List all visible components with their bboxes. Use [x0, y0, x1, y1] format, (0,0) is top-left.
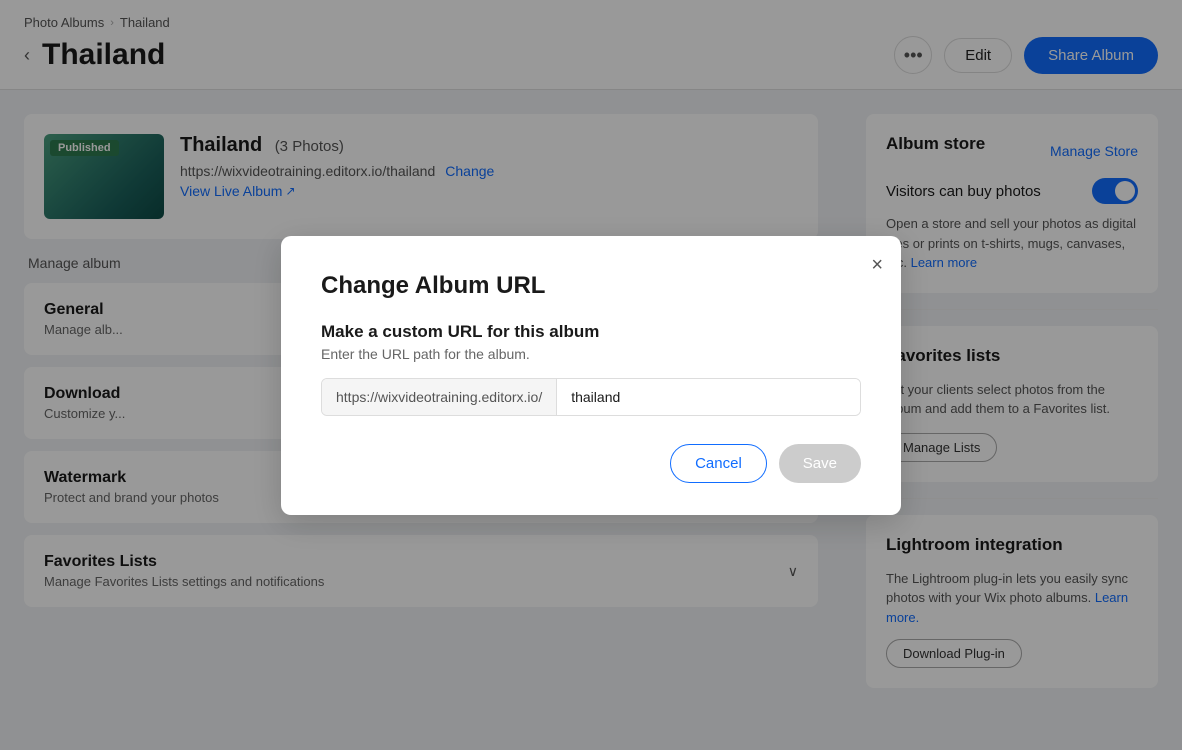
cancel-button[interactable]: Cancel	[670, 444, 767, 483]
modal-actions: Cancel Save	[321, 444, 861, 483]
modal-title: Change Album URL	[321, 272, 861, 300]
modal-overlay: × Change Album URL Make a custom URL for…	[0, 0, 1182, 750]
modal-subtitle: Make a custom URL for this album	[321, 322, 861, 342]
save-button[interactable]: Save	[779, 444, 861, 483]
modal-url-input[interactable]	[557, 379, 860, 415]
modal-close-button[interactable]: ×	[871, 254, 883, 277]
modal-url-row: https://wixvideotraining.editorx.io/	[321, 378, 861, 416]
change-album-url-modal: × Change Album URL Make a custom URL for…	[281, 236, 901, 515]
modal-description: Enter the URL path for the album.	[321, 346, 861, 362]
modal-url-prefix: https://wixvideotraining.editorx.io/	[322, 379, 557, 415]
